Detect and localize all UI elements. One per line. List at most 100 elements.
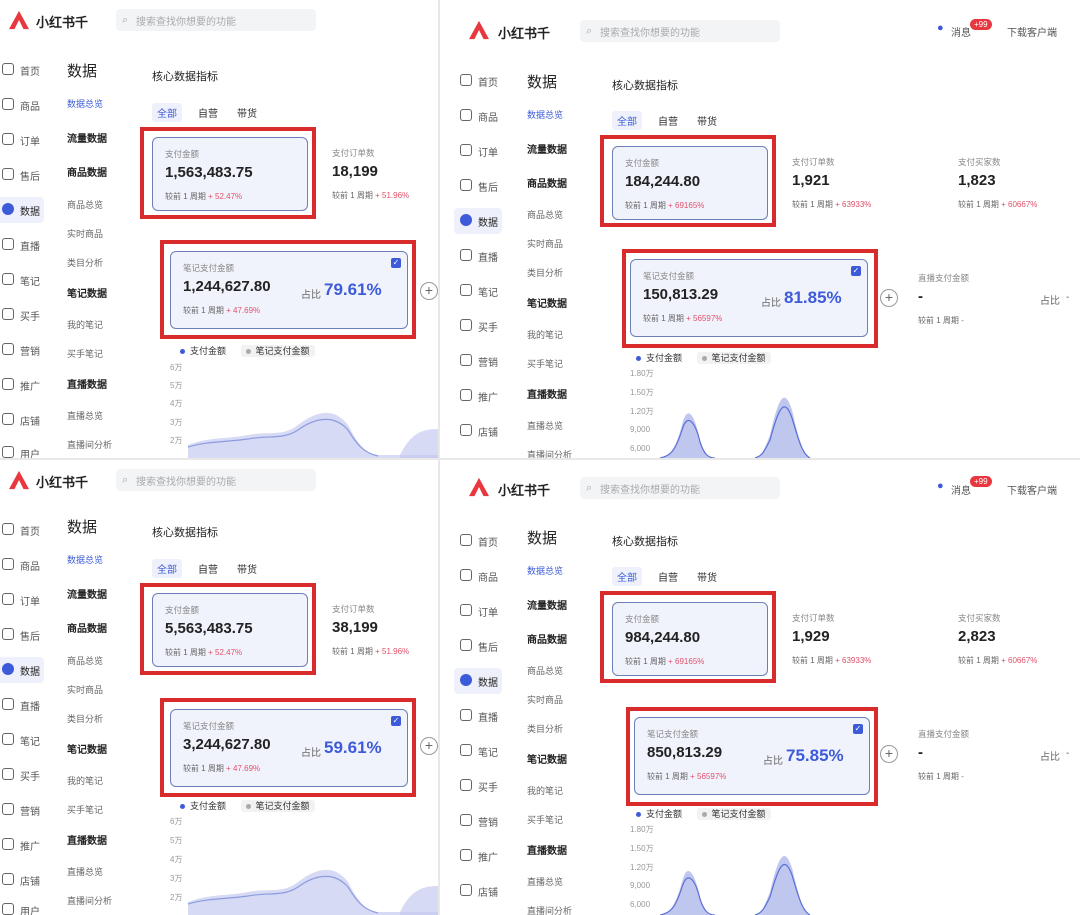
nav-item-products[interactable]: 商品 <box>460 563 508 589</box>
nav-item-notes[interactable]: 笔记 <box>2 727 50 753</box>
nav-item-orders[interactable]: 订单 <box>460 598 508 624</box>
legend-pay[interactable]: 支付金额 <box>190 801 226 811</box>
nav-item-products[interactable]: 商品 <box>460 103 508 129</box>
tab-self[interactable]: 自营 <box>193 559 223 578</box>
nav-item-live[interactable]: 直播 <box>460 243 508 269</box>
subnav-traffic[interactable]: 流量数据 <box>67 586 107 601</box>
subnav-product-overview[interactable]: 商品总览 <box>527 208 563 221</box>
subnav-data-overview[interactable]: 数据总览 <box>67 97 103 110</box>
tab-all[interactable]: 全部 <box>152 559 182 578</box>
subnav-product-data[interactable]: 商品数据 <box>67 620 107 635</box>
subnav-buyer-notes[interactable]: 买手笔记 <box>527 357 563 370</box>
subnav-live-room[interactable]: 直播间分析 <box>527 448 572 458</box>
nav-item-data[interactable]: 数据 <box>0 657 50 683</box>
subnav-live-room[interactable]: 直播间分析 <box>527 904 572 915</box>
nav-item-marketing[interactable]: 营销 <box>2 797 50 823</box>
kpi-pay-buyers[interactable]: 支付买家数 1,823 较前 1 周期 + 60667% <box>946 146 1080 218</box>
tab-carry[interactable]: 带货 <box>232 103 262 122</box>
subnav-category[interactable]: 类目分析 <box>527 266 563 279</box>
subnav-live-overview[interactable]: 直播总览 <box>67 865 103 878</box>
bell-icon[interactable]: ● <box>937 22 944 34</box>
subnav-note-data[interactable]: 笔记数据 <box>527 751 567 766</box>
nav-item-orders[interactable]: 订单 <box>2 127 50 153</box>
nav-item-home[interactable]: 首页 <box>460 68 508 94</box>
nav-item-orders[interactable]: 订单 <box>2 587 50 613</box>
nav-item-live[interactable]: 直播 <box>2 232 50 258</box>
subnav-product-overview[interactable]: 商品总览 <box>527 664 563 677</box>
legend-note-chip[interactable]: 笔记支付金额 <box>696 808 771 820</box>
subnav-note-data[interactable]: 笔记数据 <box>67 285 107 300</box>
nav-item-aftersale[interactable]: 售后 <box>2 622 50 648</box>
nav-item-marketing[interactable]: 营销 <box>460 808 508 834</box>
nav-item-live[interactable]: 直播 <box>2 692 50 718</box>
subnav-data-overview[interactable]: 数据总览 <box>67 553 103 566</box>
subnav-data-overview[interactable]: 数据总览 <box>527 564 563 577</box>
subnav-realtime-product[interactable]: 实时商品 <box>67 683 103 696</box>
subnav-buyer-notes[interactable]: 买手笔记 <box>67 803 103 816</box>
legend-pay[interactable]: 支付金额 <box>646 809 682 819</box>
tab-self[interactable]: 自营 <box>653 111 683 130</box>
legend-pay[interactable]: 支付金额 <box>646 353 682 363</box>
subnav-live-room[interactable]: 直播间分析 <box>67 438 112 451</box>
tab-all[interactable]: 全部 <box>612 111 642 130</box>
subnav-product-data[interactable]: 商品数据 <box>527 631 567 646</box>
nav-item-products[interactable]: 商品 <box>2 552 50 578</box>
subnav-my-notes[interactable]: 我的笔记 <box>527 328 563 341</box>
nav-item-home[interactable]: 首页 <box>2 57 50 83</box>
tab-all[interactable]: 全部 <box>152 103 182 122</box>
kpi-pay-orders[interactable]: 支付订单数 38,199 较前 1 周期 + 51.96% <box>320 593 438 665</box>
nav-item-promotion[interactable]: 推广 <box>460 383 508 409</box>
subnav-traffic[interactable]: 流量数据 <box>67 130 107 145</box>
subnav-traffic[interactable]: 流量数据 <box>527 141 567 156</box>
subnav-product-overview[interactable]: 商品总览 <box>67 198 103 211</box>
subnav-category[interactable]: 类目分析 <box>67 712 103 725</box>
tab-self[interactable]: 自营 <box>193 103 223 122</box>
subnav-my-notes[interactable]: 我的笔记 <box>527 784 563 797</box>
legend-note-chip[interactable]: 笔记支付金额 <box>240 800 315 812</box>
subnav-live-data[interactable]: 直播数据 <box>527 386 567 401</box>
nav-item-data[interactable]: 数据 <box>454 208 508 234</box>
kpi-live-pay-amount[interactable]: 直播支付金额 - 较前 1 周期 - 占比 - <box>906 262 1080 334</box>
subnav-live-overview[interactable]: 直播总览 <box>527 419 563 432</box>
nav-item-buyers[interactable]: 买手 <box>460 773 508 799</box>
nav-item-marketing[interactable]: 营销 <box>2 337 50 363</box>
subnav-my-notes[interactable]: 我的笔记 <box>67 318 103 331</box>
nav-item-store[interactable]: 店铺 <box>2 407 50 433</box>
nav-item-buyers[interactable]: 买手 <box>2 302 50 328</box>
download-client-link[interactable]: 下载客户端 <box>1007 24 1057 39</box>
add-icon[interactable]: + <box>420 282 438 300</box>
nav-item-promotion[interactable]: 推广 <box>2 832 50 858</box>
nav-item-notes[interactable]: 笔记 <box>2 267 50 293</box>
subnav-live-overview[interactable]: 直播总览 <box>527 875 563 888</box>
subnav-traffic[interactable]: 流量数据 <box>527 597 567 612</box>
legend-note-chip[interactable]: 笔记支付金额 <box>240 345 315 357</box>
subnav-realtime-product[interactable]: 实时商品 <box>67 227 103 240</box>
nav-item-data[interactable]: 数据 <box>454 668 508 694</box>
kpi-pay-orders[interactable]: 支付订单数 1,929 较前 1 周期 + 63933% <box>780 602 930 674</box>
nav-item-notes[interactable]: 笔记 <box>460 738 508 764</box>
subnav-product-data[interactable]: 商品数据 <box>527 175 567 190</box>
messages-link[interactable]: 消息 <box>951 24 971 39</box>
subnav-my-notes[interactable]: 我的笔记 <box>67 774 103 787</box>
subnav-realtime-product[interactable]: 实时商品 <box>527 693 563 706</box>
search-input[interactable]: ⌕ 搜索查找你想要的功能 <box>580 477 780 499</box>
nav-item-buyers[interactable]: 买手 <box>2 762 50 788</box>
nav-item-notes[interactable]: 笔记 <box>460 278 508 304</box>
nav-item-store[interactable]: 店铺 <box>460 878 508 904</box>
nav-item-orders[interactable]: 订单 <box>460 138 508 164</box>
nav-item-users[interactable]: 用户 <box>2 897 50 915</box>
nav-item-promotion[interactable]: 推广 <box>2 372 50 398</box>
subnav-live-data[interactable]: 直播数据 <box>67 832 107 847</box>
subnav-live-room[interactable]: 直播间分析 <box>67 894 112 907</box>
subnav-note-data[interactable]: 笔记数据 <box>67 741 107 756</box>
add-icon[interactable]: + <box>420 737 438 755</box>
download-client-link[interactable]: 下载客户端 <box>1007 482 1057 497</box>
subnav-data-overview[interactable]: 数据总览 <box>527 108 563 121</box>
nav-item-live[interactable]: 直播 <box>460 703 508 729</box>
nav-item-home[interactable]: 首页 <box>460 528 508 554</box>
tab-all[interactable]: 全部 <box>612 567 642 586</box>
search-input[interactable]: ⌕ 搜索查找你想要的功能 <box>116 469 316 491</box>
nav-item-aftersale[interactable]: 售后 <box>2 162 50 188</box>
subnav-live-overview[interactable]: 直播总览 <box>67 409 103 422</box>
tab-carry[interactable]: 带货 <box>232 559 262 578</box>
